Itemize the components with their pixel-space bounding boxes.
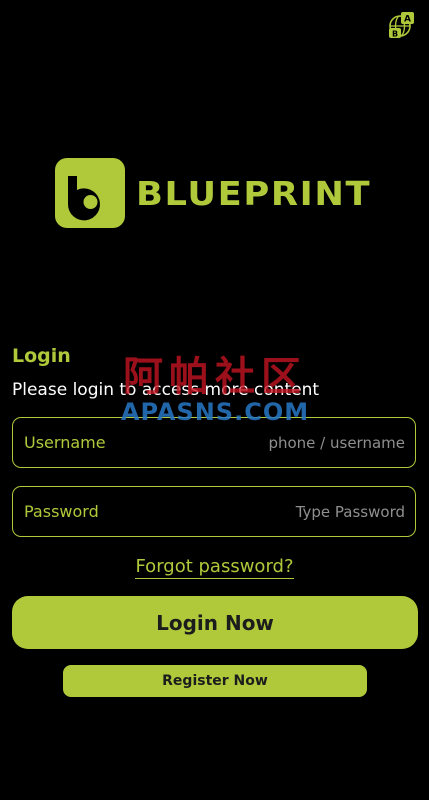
brand-logo: BLUEPRINT [55,158,370,228]
login-button[interactable]: Login Now [12,596,418,649]
password-input[interactable] [98,502,405,521]
username-label: Username [24,433,106,452]
forgot-password-row: Forgot password? [0,556,429,579]
svg-text:A: A [404,15,411,25]
svg-text:B: B [392,30,398,39]
username-field[interactable]: Username [12,417,416,468]
forgot-password-link[interactable]: Forgot password? [135,556,294,579]
brand-name: BLUEPRINT [136,173,372,213]
register-button[interactable]: Register Now [63,665,367,697]
password-field[interactable]: Password [12,486,416,537]
login-subtitle: Please login to access more content [12,380,320,400]
username-input[interactable] [105,433,405,452]
blueprint-logo-icon [55,158,125,228]
login-title: Login [12,345,71,367]
password-label: Password [24,502,99,521]
language-switch-icon[interactable]: A B [388,11,416,39]
